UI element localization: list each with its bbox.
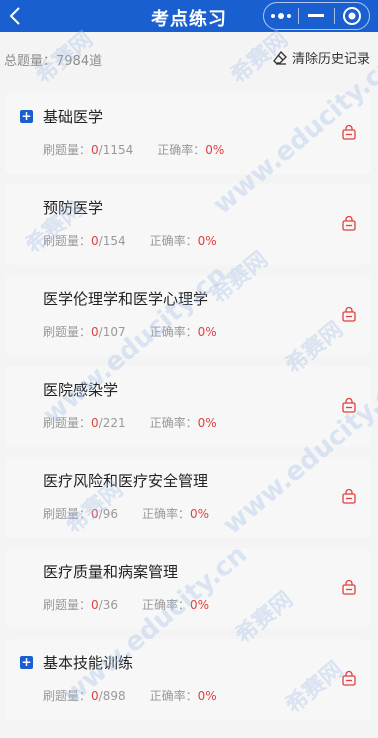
- topic-name: 医院感染学: [43, 381, 119, 399]
- count-label: 刷题量：: [43, 143, 92, 157]
- done-count: 0: [91, 234, 99, 248]
- count-label: 刷题量：: [43, 325, 92, 339]
- count-label: 刷题量：: [43, 507, 92, 521]
- rate-value: 0%: [205, 143, 225, 157]
- topic-stats: 刷题量：0/154 正确率：0%: [43, 232, 217, 249]
- total-count: /107: [98, 325, 126, 339]
- rate-label: 正确率：: [149, 325, 198, 339]
- minimize-icon[interactable]: [299, 3, 333, 29]
- total-count: /898: [98, 689, 126, 703]
- done-count: 0: [91, 689, 99, 703]
- topic-name: 医疗风险和医疗安全管理: [43, 472, 209, 490]
- rate-value: 0%: [197, 325, 217, 339]
- topic-card[interactable]: 医疗质量和病案管理刷题量：0/36 正确率：0%: [5, 548, 371, 629]
- topic-card[interactable]: + 基本技能训练刷题量：0/898 正确率：0%: [5, 639, 371, 720]
- lock-icon: [342, 215, 356, 231]
- topic-card[interactable]: 医疗风险和医疗安全管理刷题量：0/96 正确率：0%: [5, 457, 371, 538]
- lock-icon: [342, 124, 356, 140]
- done-count: 0: [91, 143, 99, 157]
- lock-icon: [342, 306, 356, 322]
- summary-bar: 总题量：7984道 清除历史记录: [0, 32, 378, 88]
- topic-name: 基本技能训练: [43, 654, 134, 672]
- count-label: 刷题量：: [43, 598, 92, 612]
- total-count: /96: [98, 507, 118, 521]
- done-count: 0: [91, 325, 99, 339]
- topic-card[interactable]: 预防医学刷题量：0/154 正确率：0%: [5, 184, 371, 265]
- lock-icon: [342, 397, 356, 413]
- count-label: 刷题量：: [43, 416, 92, 430]
- rate-label: 正确率：: [141, 507, 190, 521]
- mini-program-capsule: [263, 2, 370, 30]
- close-target-icon[interactable]: [335, 3, 369, 29]
- total-count: /154: [98, 234, 126, 248]
- rate-label: 正确率：: [149, 234, 198, 248]
- topic-stats: 刷题量：0/107 正确率：0%: [43, 323, 217, 340]
- topic-card[interactable]: + 基础医学刷题量：0/1154 正确率：0%: [5, 93, 371, 174]
- rate-value: 0%: [197, 416, 217, 430]
- rate-label: 正确率：: [149, 689, 198, 703]
- more-menu-icon[interactable]: [264, 3, 298, 29]
- topic-name: 医疗质量和病案管理: [43, 563, 179, 581]
- rate-label: 正确率：: [149, 416, 198, 430]
- topic-stats: 刷题量：0/898 正确率：0%: [43, 687, 217, 704]
- rate-value: 0%: [189, 598, 210, 612]
- lock-icon: [342, 488, 356, 504]
- done-count: 0: [91, 416, 99, 430]
- topic-name: 基础医学: [43, 108, 104, 126]
- topic-stats: 刷题量：0/221 正确率：0%: [43, 414, 217, 431]
- nav-bar: 考点练习: [0, 0, 378, 32]
- expand-plus-icon[interactable]: +: [20, 656, 33, 669]
- lock-icon: [342, 670, 356, 686]
- done-count: 0: [91, 507, 99, 521]
- topic-card[interactable]: 医院感染学刷题量：0/221 正确率：0%: [5, 366, 371, 447]
- total-count: /36: [98, 598, 118, 612]
- total-count: /221: [98, 416, 126, 430]
- lock-icon: [342, 579, 356, 595]
- topic-stats: 刷题量：0/36 正确率：0%: [43, 596, 209, 613]
- total-questions: 总题量：7984道: [4, 54, 103, 69]
- topic-card[interactable]: 医学伦理学和医学心理学刷题量：0/107 正确率：0%: [5, 275, 371, 356]
- topic-stats: 刷题量：0/1154 正确率：0%: [43, 141, 224, 158]
- topic-name: 医学伦理学和医学心理学: [43, 290, 209, 308]
- count-label: 刷题量：: [43, 234, 92, 248]
- eraser-icon: [273, 50, 287, 65]
- clear-history-button[interactable]: 清除历史记录: [273, 48, 370, 67]
- topic-stats: 刷题量：0/96 正确率：0%: [43, 505, 209, 522]
- rate-value: 0%: [197, 234, 217, 248]
- rate-value: 0%: [189, 507, 210, 521]
- total-count: /1154: [98, 143, 134, 157]
- done-count: 0: [91, 598, 99, 612]
- rate-label: 正确率：: [141, 598, 190, 612]
- expand-plus-icon[interactable]: +: [20, 110, 33, 123]
- count-label: 刷题量：: [43, 689, 92, 703]
- rate-label: 正确率：: [157, 143, 206, 157]
- rate-value: 0%: [197, 689, 217, 703]
- topic-name: 预防医学: [43, 199, 104, 217]
